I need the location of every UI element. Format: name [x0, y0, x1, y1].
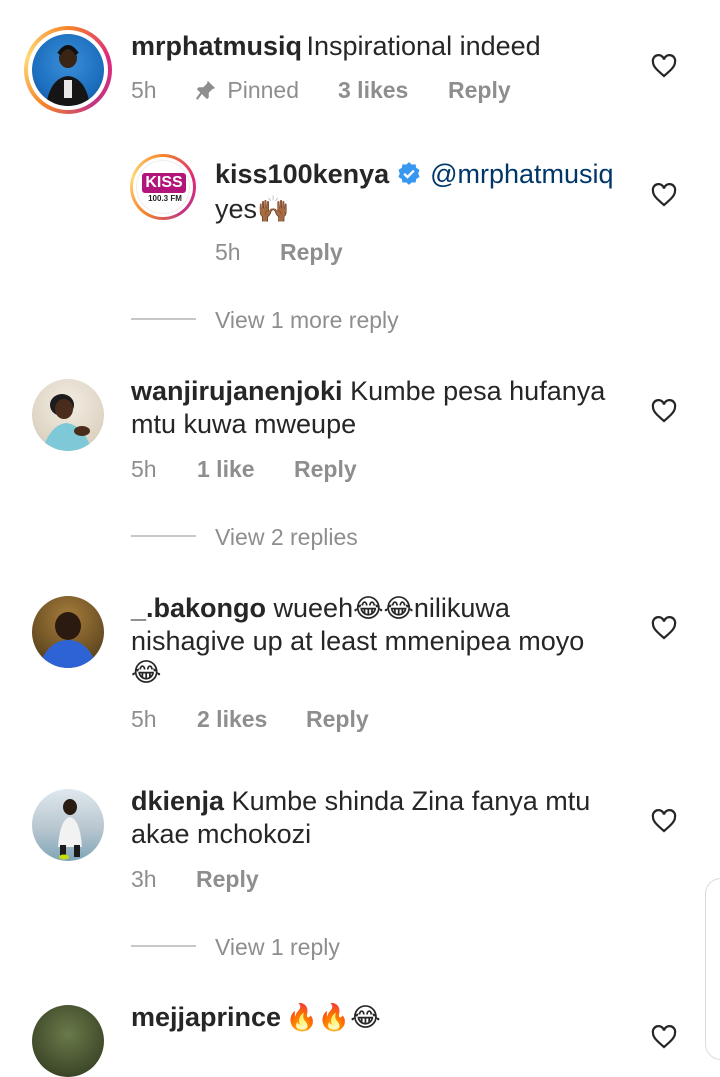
- view-more-replies[interactable]: View 1 reply: [215, 934, 340, 961]
- like-heart-icon[interactable]: [651, 399, 677, 423]
- profile-photo: [42, 394, 92, 451]
- avatar[interactable]: [32, 1005, 104, 1077]
- reply-time: 5h: [215, 239, 241, 265]
- laughing-emoji: 😂: [131, 658, 162, 688]
- comment-text-line1: wueeh: [273, 593, 354, 623]
- reply-button[interactable]: Reply: [280, 239, 343, 265]
- view-more-replies[interactable]: View 2 replies: [215, 524, 358, 551]
- reply-button[interactable]: Reply: [306, 706, 369, 732]
- like-heart-icon[interactable]: [651, 616, 677, 640]
- pin-icon: [195, 80, 216, 100]
- reply-text: yes: [215, 194, 258, 224]
- avatar[interactable]: [32, 596, 104, 668]
- view-more-replies[interactable]: View 1 more reply: [215, 307, 399, 334]
- reply-button[interactable]: Reply: [196, 866, 259, 892]
- profile-photo: [58, 799, 82, 860]
- comment-username[interactable]: mrphatmusiq: [131, 31, 302, 61]
- avatar[interactable]: [32, 379, 104, 451]
- reply-button[interactable]: Reply: [294, 456, 357, 482]
- fire-laugh-emoji: 🔥🔥😂: [285, 1003, 381, 1033]
- like-heart-icon[interactable]: [651, 809, 677, 833]
- comment-text-line2: nishagive up at least mmenipea moyo: [131, 626, 585, 656]
- likes-count[interactable]: 2 likes: [197, 706, 267, 732]
- profile-photo: [46, 45, 90, 106]
- pinned-indicator: Pinned: [195, 77, 299, 104]
- laughing-emoji: 😂😂: [353, 594, 414, 624]
- thread-divider: [131, 945, 196, 947]
- likes-count[interactable]: 3 likes: [338, 77, 408, 103]
- likes-count[interactable]: 1 like: [197, 456, 255, 482]
- comment-text-line1: Kumbe shinda Zina fanya mtu: [231, 786, 591, 816]
- comment-username[interactable]: _.bakongo: [131, 593, 266, 623]
- comment-time: 3h: [131, 866, 157, 892]
- avatar[interactable]: [32, 789, 104, 861]
- like-heart-icon[interactable]: [651, 183, 677, 207]
- comment-text-line2: akae mchokozi: [131, 819, 312, 849]
- comment-text-line1: Kumbe pesa hufanya: [350, 376, 606, 406]
- profile-photo: [38, 612, 98, 668]
- comment-text: Inspirational indeed: [306, 31, 541, 61]
- comment-text-line1b: nilikuwa: [413, 593, 510, 623]
- thread-divider: [131, 318, 196, 320]
- like-heart-icon[interactable]: [651, 1025, 677, 1049]
- verified-badge-icon: [398, 162, 420, 185]
- comment-username[interactable]: dkienja: [131, 786, 224, 816]
- comment-time: 5h: [131, 706, 157, 732]
- comment-time: 5h: [131, 77, 157, 103]
- kiss-logo: KISS: [142, 173, 186, 193]
- raising-hands-emoji: 🙌🏾: [257, 195, 290, 225]
- comment-text-line2: mtu kuwa mweupe: [131, 409, 357, 439]
- reply-username[interactable]: kiss100kenya: [215, 159, 389, 189]
- reply-mention[interactable]: @mrphatmusiq: [430, 159, 613, 189]
- pinned-label: Pinned: [227, 77, 300, 103]
- avatar[interactable]: [32, 34, 104, 106]
- thread-divider: [131, 535, 196, 537]
- avatar[interactable]: KISS 100.3 FM: [136, 160, 190, 214]
- comment-username[interactable]: mejjaprince: [131, 1002, 281, 1032]
- comment-username[interactable]: wanjirujanenjoki: [131, 376, 343, 406]
- reply-button[interactable]: Reply: [448, 77, 511, 103]
- comment-time: 5h: [131, 456, 157, 482]
- like-heart-icon[interactable]: [651, 54, 677, 78]
- kiss-logo-sub: 100.3 FM: [148, 194, 182, 203]
